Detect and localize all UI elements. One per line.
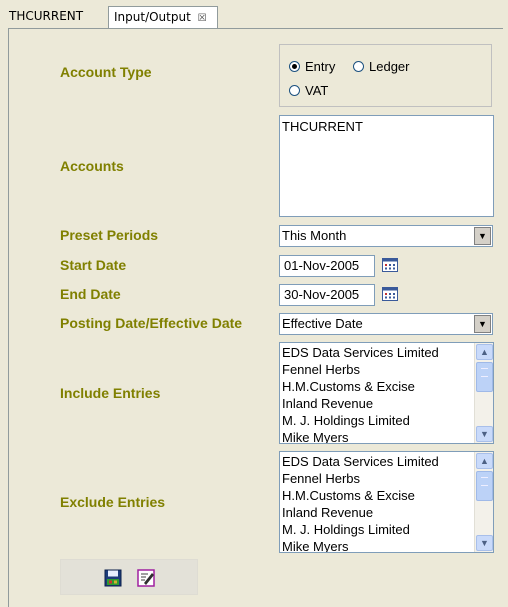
dropdown-arrow-icon[interactable]: ▼ bbox=[474, 227, 491, 245]
list-item[interactable]: EDS Data Services Limited bbox=[280, 344, 493, 361]
account-type-radio-group: Entry Ledger VAT bbox=[279, 44, 492, 107]
list-item[interactable]: Inland Revenue bbox=[280, 395, 493, 412]
scroll-down-icon[interactable]: ▼ bbox=[476, 426, 493, 442]
tab-input-output[interactable]: Input/Output ☒ bbox=[108, 6, 218, 28]
radio-label: Ledger bbox=[369, 59, 410, 74]
list-item[interactable]: H.M.Customs & Excise bbox=[280, 487, 493, 504]
tab-thcurrent[interactable]: THCURRENT bbox=[0, 6, 108, 28]
radio-ledger[interactable]: Ledger bbox=[353, 59, 409, 74]
posting-date-select[interactable]: Effective Date ▼ bbox=[279, 313, 493, 335]
scroll-up-icon[interactable]: ▲ bbox=[476, 344, 493, 360]
tab-label: Input/Output bbox=[114, 10, 191, 24]
tab-label: THCURRENT bbox=[9, 9, 84, 23]
radio-unselected-icon bbox=[289, 85, 300, 96]
exclude-entries-list[interactable]: EDS Data Services Limited Fennel Herbs H… bbox=[279, 451, 494, 553]
date-value: 30-Nov-2005 bbox=[284, 287, 360, 302]
calendar-icon[interactable] bbox=[382, 287, 398, 301]
end-date-field[interactable]: 30-Nov-2005 bbox=[279, 284, 375, 306]
start-date-label: Start Date bbox=[60, 257, 127, 273]
calendar-icon[interactable] bbox=[382, 258, 398, 272]
edit-icon[interactable] bbox=[136, 568, 156, 588]
start-date-field[interactable]: 01-Nov-2005 bbox=[279, 255, 375, 277]
select-value: Effective Date bbox=[282, 316, 363, 331]
list-item[interactable]: Fennel Herbs bbox=[280, 470, 493, 487]
radio-label: Entry bbox=[305, 59, 336, 74]
exclude-entries-label: Exclude Entries bbox=[60, 494, 166, 510]
posting-date-label: Posting Date/Effective Date bbox=[60, 315, 243, 331]
list-item[interactable]: Mike Myers bbox=[280, 538, 493, 552]
list-item[interactable]: M. J. Holdings Limited bbox=[280, 521, 493, 538]
list-item[interactable]: M. J. Holdings Limited bbox=[280, 412, 493, 429]
vertical-scrollbar[interactable]: ▲ ▼ bbox=[474, 452, 493, 552]
close-icon[interactable]: ☒ bbox=[198, 13, 207, 24]
list-item[interactable]: THCURRENT bbox=[280, 118, 493, 135]
scroll-up-icon[interactable]: ▲ bbox=[476, 453, 493, 469]
include-entries-label: Include Entries bbox=[60, 385, 161, 401]
preset-periods-select[interactable]: This Month ▼ bbox=[279, 225, 493, 247]
radio-vat[interactable]: VAT bbox=[289, 83, 328, 98]
dropdown-arrow-icon[interactable]: ▼ bbox=[474, 315, 491, 333]
date-value: 01-Nov-2005 bbox=[284, 258, 360, 273]
scroll-thumb[interactable] bbox=[476, 362, 493, 392]
include-entries-list[interactable]: EDS Data Services Limited Fennel Herbs H… bbox=[279, 342, 494, 444]
radio-entry[interactable]: Entry bbox=[289, 59, 335, 74]
list-item[interactable]: H.M.Customs & Excise bbox=[280, 378, 493, 395]
preset-periods-label: Preset Periods bbox=[60, 227, 159, 243]
save-icon[interactable] bbox=[103, 568, 123, 588]
account-type-label: Account Type bbox=[60, 64, 152, 80]
radio-unselected-icon bbox=[353, 61, 364, 72]
radio-label: VAT bbox=[305, 83, 329, 98]
list-item[interactable]: Mike Myers bbox=[280, 429, 493, 443]
tab-bar: THCURRENT Input/Output ☒ bbox=[0, 0, 508, 28]
accounts-label: Accounts bbox=[60, 158, 124, 174]
scroll-down-icon[interactable]: ▼ bbox=[476, 535, 493, 551]
accounts-list[interactable]: THCURRENT bbox=[279, 115, 494, 217]
action-toolbar bbox=[60, 559, 198, 595]
list-item[interactable]: Fennel Herbs bbox=[280, 361, 493, 378]
list-item[interactable]: EDS Data Services Limited bbox=[280, 453, 493, 470]
vertical-scrollbar[interactable]: ▲ ▼ bbox=[474, 343, 493, 443]
scroll-thumb[interactable] bbox=[476, 471, 493, 501]
select-value: This Month bbox=[282, 228, 347, 243]
list-item[interactable]: Inland Revenue bbox=[280, 504, 493, 521]
end-date-label: End Date bbox=[60, 286, 121, 302]
radio-selected-icon bbox=[289, 61, 300, 72]
